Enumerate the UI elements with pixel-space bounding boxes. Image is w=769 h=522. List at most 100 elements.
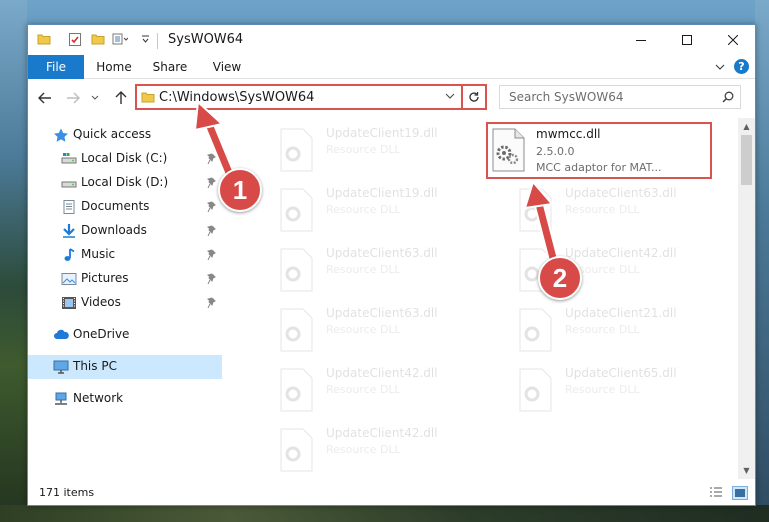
minimize-button[interactable] xyxy=(618,25,664,55)
music-icon xyxy=(64,248,75,261)
documents-icon xyxy=(63,200,75,214)
ribbon: File Home Share View ? xyxy=(28,55,755,79)
chevron-down-icon xyxy=(91,95,99,100)
drive-icon xyxy=(61,181,77,188)
drive-icon xyxy=(61,153,77,164)
nav-label: Downloads xyxy=(81,223,147,237)
pin-icon[interactable] xyxy=(207,201,217,213)
chevron-down-icon[interactable] xyxy=(141,35,150,44)
nav-label: Network xyxy=(73,391,124,405)
nav-label: Quick access xyxy=(73,127,152,141)
nav-item-pictures[interactable]: Pictures xyxy=(28,267,222,291)
nav-item-downloads[interactable]: Downloads xyxy=(28,219,222,243)
pin-icon[interactable] xyxy=(207,225,217,237)
file-type: Resource DLL xyxy=(326,203,401,216)
nav-item-local-disk-c[interactable]: Local Disk (C:) xyxy=(28,147,222,171)
nav-label: Music xyxy=(81,247,116,261)
expand-ribbon-icon[interactable] xyxy=(713,60,727,74)
dll-file-icon xyxy=(280,128,313,172)
pin-icon[interactable] xyxy=(207,297,217,309)
tab-share[interactable]: Share xyxy=(146,55,194,79)
properties-icon[interactable] xyxy=(68,32,82,47)
close-button[interactable] xyxy=(710,25,755,55)
file-tile[interactable]: UpdateClient21.dll Resource DLL xyxy=(515,304,738,360)
folder-icon xyxy=(141,92,155,103)
forward-button[interactable] xyxy=(62,87,84,109)
file-name: UpdateClient19.dll xyxy=(326,126,438,140)
star-icon xyxy=(54,128,68,142)
cloud-icon xyxy=(54,329,69,339)
file-tile[interactable]: UpdateClient42.dll Resource DLL xyxy=(276,424,506,478)
nav-item-quick-access[interactable]: Quick access xyxy=(28,123,222,147)
tab-home[interactable]: Home xyxy=(90,55,138,79)
scroll-thumb[interactable] xyxy=(741,135,752,185)
vertical-scrollbar[interactable]: ▲ ▼ xyxy=(738,118,755,479)
scroll-down-arrow[interactable]: ▼ xyxy=(738,462,755,479)
file-version: 2.5.0.0 xyxy=(536,145,575,158)
nav-label: Local Disk (D:) xyxy=(81,175,169,189)
pictures-icon xyxy=(61,273,77,285)
file-name: UpdateClient42.dll xyxy=(326,366,438,380)
address-path: C:\Windows\SysWOW64 xyxy=(159,90,315,105)
folder-icon xyxy=(37,34,51,45)
nav-item-network[interactable]: Network xyxy=(28,387,222,411)
tiles-view-button[interactable] xyxy=(732,486,748,500)
details-view-button[interactable] xyxy=(709,486,725,500)
refresh-button[interactable] xyxy=(461,86,485,108)
search-input[interactable]: Search SysWOW64 xyxy=(499,85,741,109)
nav-item-this-pc[interactable]: This PC xyxy=(28,355,222,379)
file-tile[interactable]: UpdateClient42.dll Resource DLL xyxy=(276,364,506,420)
dll-file-icon xyxy=(519,188,552,232)
help-button[interactable]: ? xyxy=(734,59,749,74)
scroll-up-arrow[interactable]: ▲ xyxy=(738,118,755,135)
tiles-view-icon xyxy=(735,489,745,497)
navigation-bar: C:\Windows\SysWOW64 Search SysWOW64 xyxy=(28,80,755,116)
maximize-button[interactable] xyxy=(664,25,710,55)
file-tile[interactable]: UpdateClient65.dll Resource DLL xyxy=(515,364,738,420)
nav-item-videos[interactable]: Videos xyxy=(28,291,222,315)
network-icon xyxy=(55,392,67,405)
arrow-right-icon xyxy=(67,92,80,104)
title-bar: SysWOW64 xyxy=(28,25,755,55)
file-tile[interactable]: UpdateClient19.dll Resource DLL xyxy=(276,124,506,180)
pin-icon[interactable] xyxy=(207,273,217,285)
file-name: UpdateClient63.dll xyxy=(326,306,438,320)
videos-icon xyxy=(62,297,76,309)
chevron-down-icon[interactable] xyxy=(445,92,455,100)
pin-icon[interactable] xyxy=(207,177,217,189)
customize-icon[interactable] xyxy=(112,32,128,46)
dll-file-icon xyxy=(519,308,552,352)
file-explorer-window: SysWOW64 File Home Share View ? C:\Windo… xyxy=(27,24,756,506)
file-tile[interactable]: UpdateClient63.dll Resource DLL xyxy=(276,304,506,360)
nav-label: Documents xyxy=(81,199,150,213)
nav-item-documents[interactable]: Documents xyxy=(28,195,222,219)
file-tile[interactable]: UpdateClient63.dll Resource DLL xyxy=(515,184,738,240)
file-description: MCC adaptor for MAT... xyxy=(536,161,662,174)
pin-icon[interactable] xyxy=(207,153,217,165)
back-button[interactable] xyxy=(34,87,56,109)
file-type: Resource DLL xyxy=(565,323,640,336)
file-name: UpdateClient42.dll xyxy=(565,246,677,260)
up-button[interactable] xyxy=(110,87,132,109)
nav-label: This PC xyxy=(73,359,117,373)
file-name: mwmcc.dll xyxy=(536,127,601,141)
pin-icon[interactable] xyxy=(207,249,217,261)
recent-locations-button[interactable] xyxy=(88,87,102,109)
nav-item-onedrive[interactable]: OneDrive xyxy=(28,323,222,347)
tab-view[interactable]: View xyxy=(203,55,251,79)
file-tile[interactable]: UpdateClient63.dll Resource DLL xyxy=(276,244,506,300)
minimize-icon xyxy=(636,40,646,41)
tab-file[interactable]: File xyxy=(28,55,84,79)
nav-item-local-disk-d[interactable]: Local Disk (D:) xyxy=(28,171,222,195)
search-placeholder: Search SysWOW64 xyxy=(509,90,624,104)
address-bar[interactable]: C:\Windows\SysWOW64 xyxy=(135,84,487,110)
desktop-background-left xyxy=(0,0,27,522)
file-tile[interactable]: UpdateClient19.dll Resource DLL xyxy=(276,184,506,240)
file-view: mwmcc.dll 2.5.0.0 MCC adaptor for MAT...… xyxy=(224,118,738,478)
refresh-icon xyxy=(469,92,479,102)
maximize-icon xyxy=(682,35,692,45)
nav-item-music[interactable]: Music xyxy=(28,243,222,267)
new-folder-icon[interactable] xyxy=(91,32,105,46)
nav-label: Pictures xyxy=(81,271,129,285)
file-tile-mwmcc[interactable]: mwmcc.dll 2.5.0.0 MCC adaptor for MAT... xyxy=(486,122,712,179)
